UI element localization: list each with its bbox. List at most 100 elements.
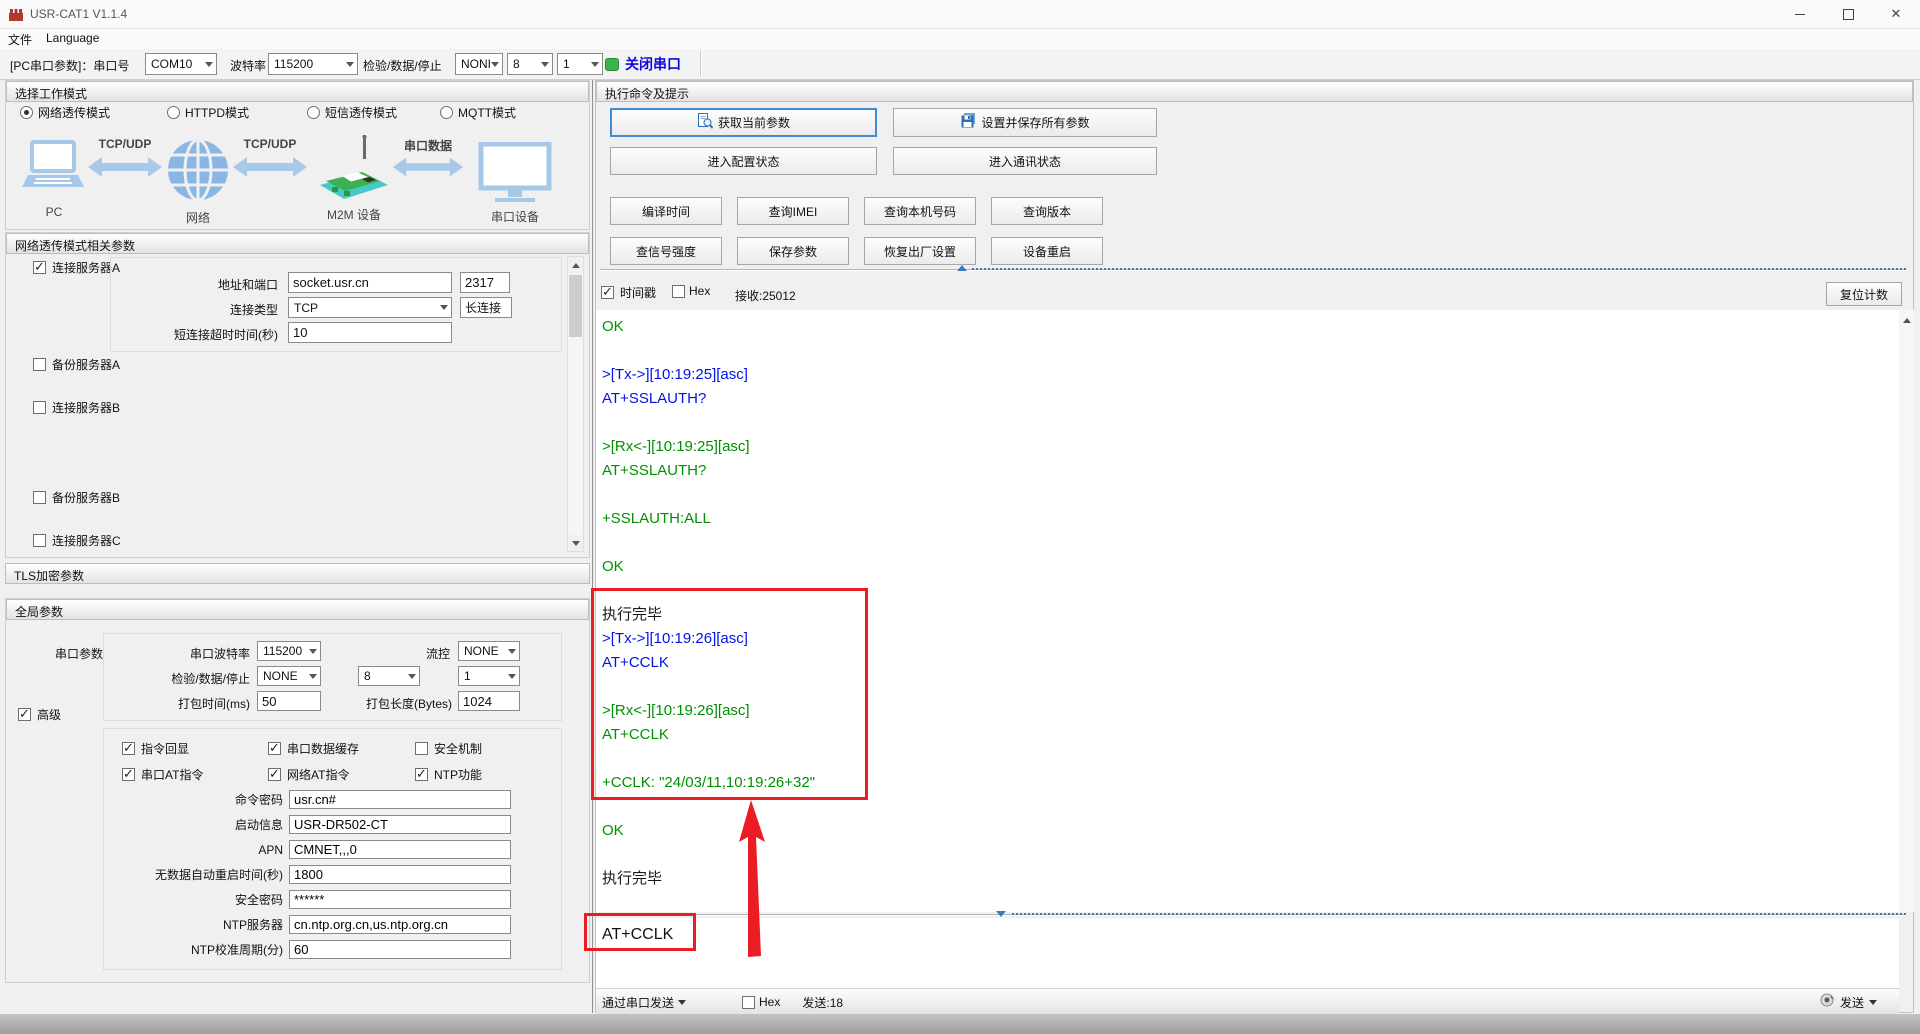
scroll-up-icon[interactable] [1899,312,1914,328]
scroll-down-icon[interactable] [568,535,583,551]
send-hex-label: Hex [759,995,781,1009]
send-via-dropdown[interactable]: 通过串口发送 [602,994,687,1011]
uart-parity-value: NONE [263,669,298,683]
field-input[interactable]: USR-DR502-CT [289,815,511,834]
log-line: AT+SSLAUTH? [602,390,707,407]
timestamp-checkbox[interactable]: 时间戳 [601,284,656,301]
server-a-checkbox[interactable]: 连接服务器A [33,259,120,276]
scrollbar-thumb[interactable] [569,275,582,337]
field-input[interactable]: ****** [289,890,511,909]
diagram-node-label: PC [45,205,63,219]
splitter-arrow-down-icon[interactable] [996,911,1006,917]
command-button[interactable]: 查询本机号码 [864,197,976,225]
uart-parity-select[interactable]: NONE [257,666,321,686]
feature-checkbox-label: 网络AT指令 [287,768,350,782]
chevron-down-icon [491,61,499,67]
server-a-address-input[interactable]: socket.usr.cn [288,272,452,293]
diagram-node-label: 串口设备 [490,210,539,224]
feature-checkbox[interactable]: 串口数据缓存 [268,740,415,757]
server-checkbox[interactable]: 连接服务器B [33,399,120,416]
maximize-button[interactable] [1824,0,1872,28]
server-a-port-input[interactable]: 2317 [460,272,510,293]
send-button[interactable]: 发送 [1819,992,1877,1013]
net-params-scrollbar[interactable] [567,256,584,552]
get-params-button[interactable]: 获取当前参数 [610,108,877,137]
log-scrollbar[interactable] [1899,310,1914,912]
window-bottom-strip [0,1014,1920,1034]
work-mode-option[interactable]: 网络透传模式 [20,104,110,121]
log-line: OK [602,822,624,839]
log-area[interactable]: OK >[Tx->][10:19:25][asc] AT+SSLAUTH? >[… [596,310,1899,912]
log-line: 执行完毕 [602,870,663,887]
toolbar-separator [700,51,702,76]
feature-checkbox[interactable]: 网络AT指令 [268,766,415,783]
scroll-up-icon[interactable] [568,257,583,273]
feature-checkbox[interactable]: 安全机制 [415,740,552,757]
uart-databits-select[interactable]: 8 [358,666,420,686]
close-button[interactable]: ✕ [1872,0,1920,28]
uart-stopbits-select[interactable]: 1 [458,666,520,686]
com-port-select[interactable]: COM10 [145,53,217,75]
feature-checkbox[interactable]: NTP功能 [415,766,552,783]
server-checkbox[interactable]: 连接服务器C [33,532,121,549]
field-input[interactable]: 1800 [289,865,511,884]
app-icon [8,6,24,27]
uart-baud-value: 115200 [263,644,303,658]
pack-len-input[interactable]: 1024 [458,691,520,711]
timestamp-label: 时间戳 [620,286,657,300]
send-hex-checkbox[interactable]: Hex [742,995,780,1009]
work-mode-option[interactable]: MQTT模式 [440,104,516,121]
keepalive-select[interactable]: 长连接 [460,297,512,318]
minimize-icon [1795,13,1805,15]
command-button[interactable]: 保存参数 [737,237,849,265]
serial-section-label: 串口参数 [55,647,104,661]
close-serial-button[interactable]: 关闭串口 [605,51,690,77]
advanced-checkbox[interactable]: 高级 [18,706,61,723]
command-button[interactable]: 设备重启 [991,237,1103,265]
work-mode-option[interactable]: 短信透传模式 [307,104,397,121]
pack-time-input[interactable]: 50 [257,691,321,711]
feature-checkbox[interactable]: 串口AT指令 [122,766,268,783]
splitter-dotted-track [972,268,1906,270]
send-input-area[interactable]: AT+CCLK [596,918,1899,988]
splitter-arrow-up-icon[interactable] [957,265,967,271]
stopbits-select[interactable]: 1 [557,53,603,75]
parity-select[interactable]: NONI [455,53,503,75]
baud-select[interactable]: 115200 [268,53,358,75]
server-checkbox[interactable]: 备份服务器A [33,356,120,373]
server-checkbox-label: 备份服务器B [52,491,121,505]
tls-section-header[interactable]: TLS加密参数 [5,563,590,584]
feature-checkbox[interactable]: 指令回显 [122,740,268,757]
uart-baud-select[interactable]: 115200 [257,641,321,661]
conn-type-select[interactable]: TCP [288,297,452,318]
command-button[interactable]: 查信号强度 [610,237,722,265]
checkbox-icon [742,995,756,1009]
link-label-1: TCP/UDP [98,137,152,151]
menu-file[interactable]: 文件 [8,31,32,48]
chevron-down-icon [440,305,448,310]
pc-icon [22,140,86,207]
command-button[interactable]: 查询版本 [991,197,1103,225]
menu-language[interactable]: Language [46,31,99,45]
command-button[interactable]: 编译时间 [610,197,722,225]
reset-counter-button[interactable]: 复位计数 [1826,282,1902,306]
doc-search-icon [697,113,714,132]
m2m-device-icon [318,135,390,210]
field-input[interactable]: CMNET,,,0 [289,840,511,859]
server-checkbox[interactable]: 备份服务器B [33,489,120,506]
work-mode-option[interactable]: HTTPD模式 [167,104,249,121]
log-line: >[Rx<-][10:19:25][asc] [602,438,750,455]
field-input[interactable]: 60 [289,940,511,959]
field-input[interactable]: cn.ntp.org.cn,us.ntp.org.cn [289,915,511,934]
short-timeout-input[interactable]: 10 [288,322,452,343]
enter-comm-button[interactable]: 进入通讯状态 [893,147,1157,175]
minimize-button[interactable] [1776,0,1824,28]
command-button[interactable]: 查询IMEI [737,197,849,225]
enter-config-button[interactable]: 进入配置状态 [610,147,877,175]
recv-hex-checkbox[interactable]: Hex [672,284,710,298]
field-input[interactable]: usr.cn# [289,790,511,809]
command-button[interactable]: 恢复出厂设置 [864,237,976,265]
databits-select[interactable]: 8 [507,53,553,75]
flow-select[interactable]: NONE [458,641,520,661]
set-save-params-button[interactable]: 设置并保存所有参数 [893,108,1157,137]
